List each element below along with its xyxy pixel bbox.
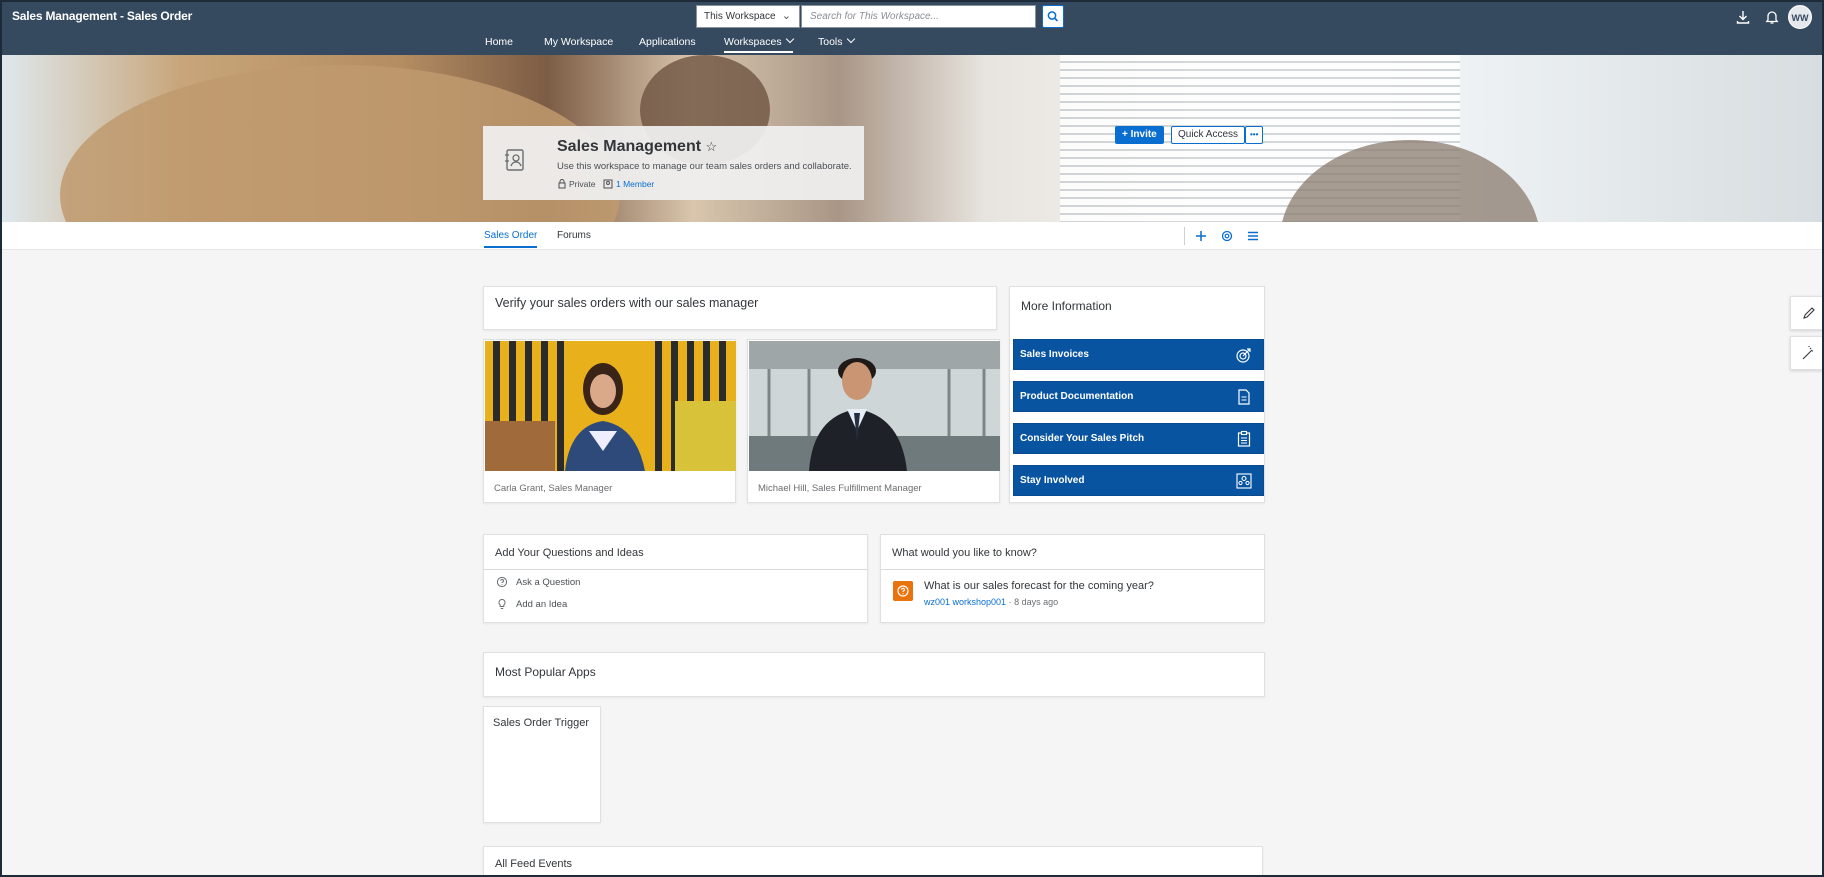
tab-forums[interactable]: Forums xyxy=(557,230,591,241)
workspace-members-link[interactable]: 1 Member xyxy=(616,179,654,189)
chevron-down-icon xyxy=(846,34,855,44)
shell-header: Sales Management - Sales Order This Work… xyxy=(0,0,1824,55)
workspace-info-card: Sales Management ☆ Use this workspace to… xyxy=(483,126,864,200)
info-button-label: Stay Involved xyxy=(1020,475,1085,486)
document-icon xyxy=(1238,389,1250,405)
consider-your-sales-pitch-button[interactable]: Consider Your Sales Pitch xyxy=(1013,423,1264,454)
verify-title: Verify your sales orders with our sales … xyxy=(495,296,759,310)
stay-involved-button[interactable]: Stay Involved xyxy=(1013,465,1264,496)
customize-tool-button[interactable] xyxy=(1790,336,1824,370)
workspace-tab-bar: Sales Order Forums xyxy=(0,222,1824,250)
search-input[interactable]: Search for This Workspace... xyxy=(801,5,1036,28)
forum-question-title: What would you like to know? xyxy=(892,547,1037,559)
user-avatar[interactable]: WW xyxy=(1788,5,1812,29)
search-scope-value: This Workspace xyxy=(704,11,776,22)
forum-question-link[interactable]: What is our sales forecast for the comin… xyxy=(924,580,1154,592)
sales-invoices-button[interactable]: Sales Invoices xyxy=(1013,339,1264,370)
menu-icon[interactable] xyxy=(1245,228,1261,244)
questions-ideas-card: Add Your Questions and Ideas Ask a Quest… xyxy=(483,534,868,623)
question-icon xyxy=(496,576,508,588)
invite-button[interactable]: + Invite xyxy=(1115,126,1164,144)
ask-question-label: Ask a Question xyxy=(516,577,581,588)
pencil-icon xyxy=(1803,307,1815,319)
bell-icon[interactable] xyxy=(1764,9,1780,25)
workspace-title-text: Sales Management xyxy=(557,138,702,155)
question-badge xyxy=(893,581,913,601)
download-icon[interactable] xyxy=(1735,9,1751,25)
person-photo xyxy=(749,341,1000,471)
verify-card: Verify your sales orders with our sales … xyxy=(483,286,997,330)
nav-tools-label: Tools xyxy=(818,36,843,48)
chevron-down-icon xyxy=(785,34,794,44)
feed-events-card: All Feed Events xyxy=(483,846,1263,877)
info-button-label: Consider Your Sales Pitch xyxy=(1020,433,1145,444)
person-caption: Michael Hill, Sales Fulfillment Manager xyxy=(758,483,922,494)
search-icon xyxy=(1047,11,1059,22)
nav-applications[interactable]: Applications xyxy=(639,36,696,48)
info-button-label: Sales Invoices xyxy=(1020,349,1089,360)
workspace-privacy: Private xyxy=(569,179,596,189)
person-card[interactable]: Michael Hill, Sales Fulfillment Manager xyxy=(747,339,1000,503)
invite-label: Invite xyxy=(1130,129,1157,140)
info-button-label: Product Documentation xyxy=(1020,391,1134,402)
forum-question-author[interactable]: wz001 workshop001 xyxy=(924,597,1006,607)
nav-workspaces[interactable]: Workspaces xyxy=(724,34,794,53)
app-tile-label: Sales Order Trigger xyxy=(493,717,589,729)
forum-question-meta: wz001 workshop001 · 8 days ago xyxy=(924,597,1058,607)
forum-question-card: What would you like to know? What is our… xyxy=(880,534,1265,623)
app-tile-sales-order-trigger[interactable]: Sales Order Trigger xyxy=(483,706,601,823)
workspace-description: Use this workspace to manage our team sa… xyxy=(557,161,852,172)
divider xyxy=(881,569,1264,570)
plus-icon: + xyxy=(1122,129,1128,140)
tab-sales-order[interactable]: Sales Order xyxy=(484,230,538,248)
lock-icon xyxy=(558,179,566,189)
search-button[interactable] xyxy=(1042,5,1064,28)
forum-question-time: · 8 days ago xyxy=(1008,597,1059,607)
star-icon[interactable]: ☆ xyxy=(706,139,718,154)
person-caption: Carla Grant, Sales Manager xyxy=(494,483,613,494)
settings-icon[interactable] xyxy=(1219,228,1235,244)
question-icon xyxy=(897,585,909,597)
add-idea-label: Add an Idea xyxy=(516,599,568,610)
chevron-down-icon: ⌄ xyxy=(781,10,791,22)
more-information-title: More Information xyxy=(1021,299,1112,313)
person-photo xyxy=(485,341,736,471)
toolbar-divider xyxy=(1184,227,1185,245)
nav-home[interactable]: Home xyxy=(485,36,513,48)
workspace-hero: + Invite Quick Access ••• xyxy=(0,55,1824,222)
workspace-icon xyxy=(505,149,524,171)
app-title: Sales Management - Sales Order xyxy=(12,9,193,23)
edit-tool-button[interactable] xyxy=(1790,296,1824,330)
target-icon xyxy=(1236,348,1251,363)
more-actions-button[interactable]: ••• xyxy=(1245,126,1264,144)
search-scope-select[interactable]: This Workspace ⌄ xyxy=(696,5,800,28)
person-card[interactable]: Carla Grant, Sales Manager xyxy=(483,339,736,503)
popular-apps-card: Most Popular Apps xyxy=(483,652,1265,697)
quick-access-button[interactable]: Quick Access xyxy=(1171,126,1246,144)
popular-apps-title: Most Popular Apps xyxy=(495,665,596,679)
lightbulb-icon xyxy=(498,598,506,609)
nav-workspaces-label: Workspaces xyxy=(724,36,782,48)
product-documentation-button[interactable]: Product Documentation xyxy=(1013,381,1264,412)
group-icon xyxy=(1236,473,1252,489)
divider xyxy=(484,569,867,570)
nav-tools[interactable]: Tools xyxy=(818,34,855,48)
add-icon[interactable] xyxy=(1193,228,1209,244)
magic-wand-icon xyxy=(1802,346,1813,360)
workspace-title: Sales Management ☆ xyxy=(557,138,717,156)
feed-events-title: All Feed Events xyxy=(495,858,573,870)
members-icon xyxy=(603,179,613,189)
clipboard-icon xyxy=(1237,430,1251,447)
nav-my-workspace[interactable]: My Workspace xyxy=(544,36,613,48)
questions-ideas-title: Add Your Questions and Ideas xyxy=(495,547,644,559)
